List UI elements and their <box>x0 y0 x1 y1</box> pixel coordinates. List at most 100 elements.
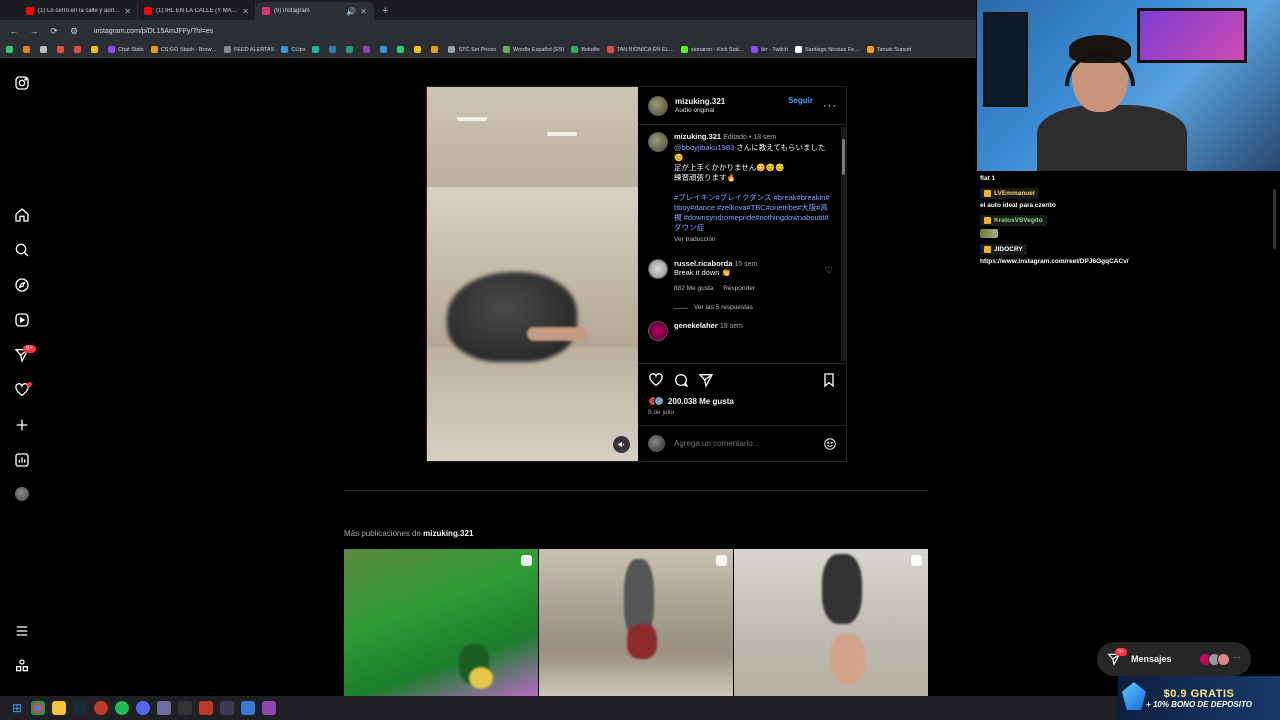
app-icon[interactable] <box>262 701 276 715</box>
like-heart-icon[interactable] <box>648 372 664 388</box>
bookmark-item[interactable]: Chat Stats <box>108 46 144 53</box>
likes-count[interactable]: 200.038 Me gusta <box>668 397 734 406</box>
reply-button[interactable]: Responder <box>723 285 755 292</box>
bookmark-item[interactable] <box>312 46 322 53</box>
explore-icon[interactable] <box>13 276 31 294</box>
app-icon[interactable] <box>199 701 213 715</box>
app-icon[interactable] <box>178 701 192 715</box>
spotify-icon[interactable] <box>115 701 129 715</box>
bookmark-item[interactable] <box>380 46 390 53</box>
audio-label[interactable]: Audio original <box>675 107 725 114</box>
bookmark-item[interactable]: sionaron - Kick Stat… <box>681 46 744 53</box>
reload-icon[interactable]: ⟳ <box>48 26 60 37</box>
forward-icon[interactable]: → <box>28 26 40 36</box>
bookmark-item[interactable] <box>431 46 441 53</box>
file-explorer-icon[interactable] <box>52 701 66 715</box>
profile-avatar[interactable] <box>15 487 29 501</box>
close-tab-icon[interactable]: ✕ <box>242 7 249 16</box>
see-translation-link[interactable]: Ver traducción <box>674 235 833 245</box>
messages-pill[interactable]: 9+ Mensajes ··· <box>1097 642 1251 676</box>
bookmark-item[interactable] <box>329 46 339 53</box>
caption-username[interactable]: mizuking.321 <box>674 132 721 141</box>
back-icon[interactable]: ← <box>8 26 20 36</box>
app-icon[interactable] <box>241 701 255 715</box>
comment-input[interactable] <box>674 439 804 448</box>
comment-like-icon[interactable]: ♡ <box>825 265 833 311</box>
save-bookmark-icon[interactable] <box>821 372 837 388</box>
site-info-icon[interactable]: ⚙ <box>68 26 80 37</box>
bookmark-item[interactable]: Santiago Nicolas Fe… <box>795 46 860 53</box>
scrollbar-thumb[interactable] <box>842 139 845 175</box>
app-icon[interactable] <box>157 701 171 715</box>
author-avatar[interactable] <box>648 132 668 152</box>
url-field[interactable]: instagram.com/p/DL15AmJFFy/?hl=es <box>94 28 213 35</box>
reels-icon[interactable] <box>13 311 31 329</box>
new-tab-button[interactable]: + <box>374 2 396 20</box>
post-thumbnail[interactable] <box>344 549 538 696</box>
bookmark-item[interactable] <box>6 46 16 53</box>
bookmark-item[interactable]: CS:GO Stash - Brow… <box>150 46 217 53</box>
bookmark-item[interactable] <box>414 46 424 53</box>
commenter-username[interactable]: russel.ricaborda <box>674 259 732 268</box>
app-icon[interactable] <box>220 701 234 715</box>
commenter-avatar[interactable] <box>648 259 668 279</box>
bookmark-item[interactable]: Boludle <box>571 46 600 53</box>
bookmark-item[interactable] <box>74 46 84 53</box>
bookmark-item[interactable] <box>91 46 101 53</box>
bookmark-item[interactable]: TAN BIONICA EN EL… <box>606 46 674 53</box>
browser-tab-active[interactable]: (9) Instagram 🔊 ✕ <box>256 2 374 20</box>
browser-tab[interactable]: (1) Lo cerró en la calle y aún así… ✕ <box>20 2 138 20</box>
bookmark-item[interactable]: Wordle Español (ES) <box>503 46 564 53</box>
app-icon[interactable] <box>94 701 108 715</box>
instagram-logo-icon[interactable] <box>13 74 31 92</box>
bookmark-item[interactable]: CLips <box>281 46 305 53</box>
follow-button[interactable]: Seguir <box>788 96 813 105</box>
author-username[interactable]: mizuking.321 <box>675 97 725 106</box>
search-icon[interactable] <box>13 241 31 259</box>
chat-username[interactable]: JIDOCRY <box>980 244 1027 255</box>
post-video[interactable] <box>427 87 638 461</box>
discord-icon[interactable] <box>136 701 150 715</box>
create-plus-icon[interactable] <box>13 416 31 434</box>
bookmark-item[interactable] <box>346 46 356 53</box>
close-tab-icon[interactable]: ✕ <box>360 7 367 16</box>
author-avatar[interactable] <box>648 95 668 116</box>
more-options-icon[interactable]: ··· <box>823 100 837 112</box>
more-posts-username[interactable]: mizuking.321 <box>423 529 473 538</box>
post-thumbnail[interactable] <box>734 549 928 696</box>
share-send-icon[interactable] <box>698 372 714 388</box>
bookmark-item[interactable] <box>363 46 373 53</box>
speaker-icon[interactable]: 🔊 <box>346 7 356 16</box>
commenter-avatar[interactable] <box>648 321 668 341</box>
view-replies-link[interactable]: Ver las 5 respuestas <box>674 304 825 311</box>
bookmark-item[interactable]: tirr - Twitch <box>751 46 788 53</box>
steam-icon[interactable] <box>73 701 87 715</box>
bookmark-item[interactable]: Tanuki Sunset <box>866 46 911 53</box>
chat-username[interactable]: LVEmmanuel <box>980 188 1039 199</box>
post-thumbnail[interactable] <box>539 549 733 696</box>
mute-toggle-icon[interactable] <box>613 436 630 453</box>
chat-username[interactable]: KratosVSVegito <box>980 215 1047 226</box>
bookmark-item[interactable] <box>40 46 50 53</box>
windows-start-icon[interactable]: ⊞ <box>10 701 24 715</box>
mention-link[interactable]: @bboyjibaku1983 <box>674 143 734 152</box>
close-tab-icon[interactable]: ✕ <box>124 7 131 16</box>
comment-bubble-icon[interactable] <box>673 372 689 388</box>
bookmark-item[interactable] <box>57 46 67 53</box>
bookmark-item[interactable] <box>23 46 33 53</box>
comments-scrollbar[interactable] <box>841 127 846 361</box>
browser-tab[interactable]: (1) IRL EN LA CALLE (Y MAS) C… ✕ <box>138 2 256 20</box>
menu-hamburger-icon[interactable] <box>13 622 31 640</box>
bookmark-item[interactable]: FEED ALERTAS <box>223 46 274 53</box>
home-icon[interactable] <box>13 206 31 224</box>
comment-likes[interactable]: 882 Me gusta <box>674 285 713 292</box>
also-from-meta-icon[interactable] <box>13 657 31 675</box>
hashtags[interactable]: #ブレイキン#ブレイクダンス #break#breakin#bboy#dance… <box>674 193 833 233</box>
emoji-picker-icon[interactable] <box>823 437 837 451</box>
commenter-username[interactable]: genekelaher <box>674 321 718 330</box>
dashboard-icon[interactable] <box>13 451 31 469</box>
bookmark-item[interactable]: STC Set Prices <box>448 46 496 53</box>
bookmark-item[interactable] <box>397 46 407 53</box>
chrome-icon[interactable] <box>31 701 45 715</box>
chat-scrollbar[interactable] <box>1273 189 1276 249</box>
